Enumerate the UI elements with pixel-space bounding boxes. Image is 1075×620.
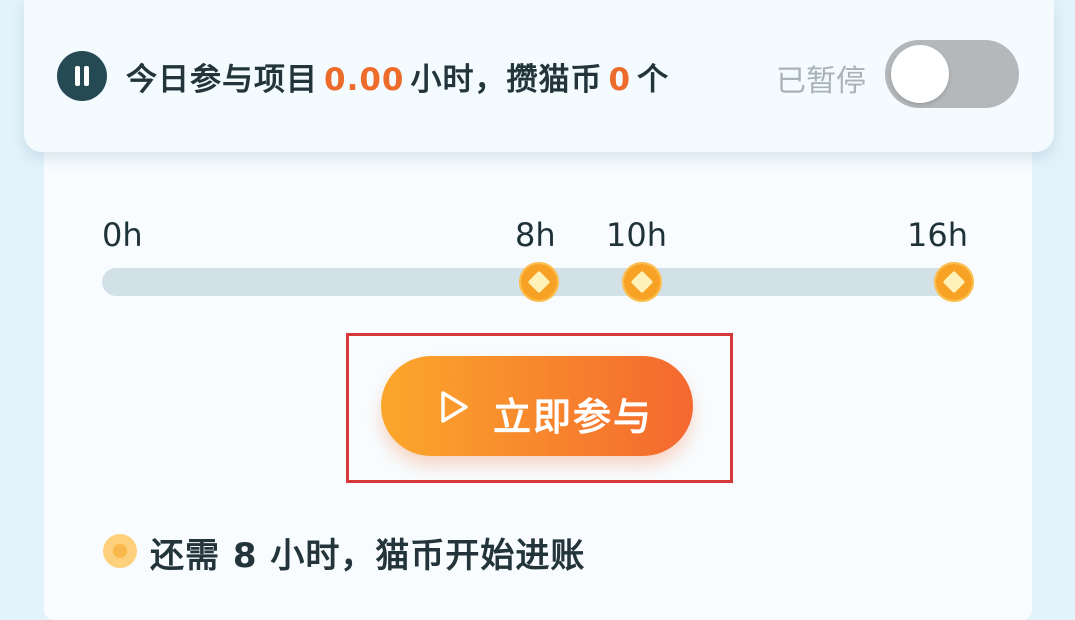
pause-icon[interactable]	[57, 51, 107, 101]
play-icon	[441, 391, 468, 423]
join-now-button[interactable]: 立即参与	[381, 356, 693, 456]
status-suffix: 个	[637, 62, 670, 98]
tick-0h: 0h	[102, 216, 143, 254]
tick-16h: 16h	[907, 216, 968, 254]
status-middle: 小时，攒猫币	[410, 62, 603, 98]
status-bar: 今日参与项目 0.00 小时，攒猫币 0 个 已暂停	[24, 0, 1054, 152]
milestone-10h-icon	[622, 262, 662, 302]
toggle-knob[interactable]	[891, 45, 949, 103]
hint-text: 还需 8 小时，猫币开始进账	[150, 536, 586, 576]
tick-10h: 10h	[606, 216, 667, 254]
tick-8h: 8h	[515, 216, 556, 254]
pause-toggle[interactable]	[885, 40, 1019, 108]
hours-value: 0.00	[324, 62, 405, 98]
coin-icon	[103, 534, 137, 568]
paused-label: 已暂停	[776, 64, 866, 99]
coins-value: 0	[608, 62, 632, 98]
milestone-8h-icon	[519, 262, 559, 302]
status-summary: 今日参与项目 0.00 小时，攒猫币 0 个	[126, 54, 669, 99]
join-button-label: 立即参与	[493, 395, 654, 439]
milestone-16h-icon	[934, 262, 974, 302]
status-prefix: 今日参与项目	[126, 62, 318, 98]
